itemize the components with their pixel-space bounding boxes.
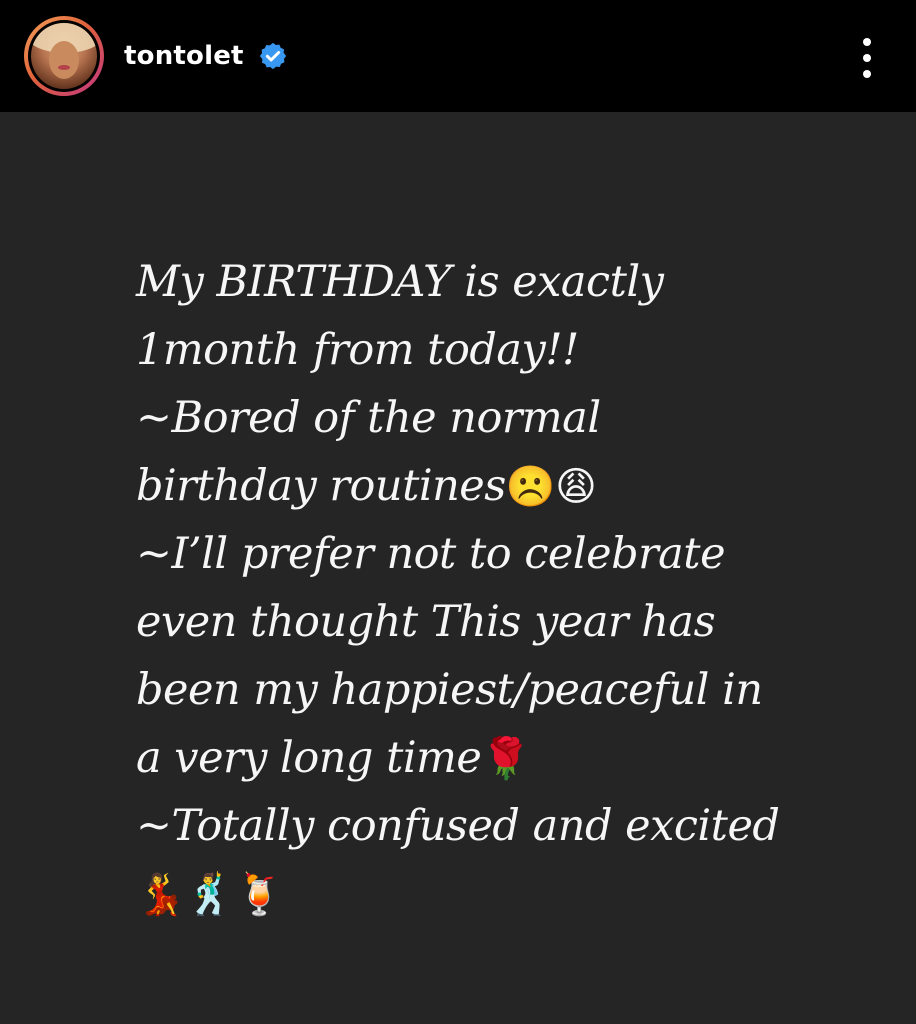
caption-line: 1month from today!! [136, 325, 579, 375]
avatar-border [28, 20, 100, 92]
username[interactable]: tontolet [124, 38, 244, 74]
caption-line: birthday routines☹️😩 [136, 461, 597, 511]
caption-line: My BIRTHDAY is exactly [136, 257, 664, 307]
menu-dot [863, 54, 871, 62]
story-canvas[interactable]: My BIRTHDAY is exactly 1month from today… [0, 112, 916, 1024]
profile-photo [31, 23, 97, 89]
avatar-face [49, 41, 79, 79]
avatar-lips [58, 65, 70, 70]
menu-dot [863, 38, 871, 46]
caption-line: ~Bored of the normal [136, 393, 601, 443]
caption-line: 💃🕺🍹 [136, 860, 896, 928]
caption-line: ~I’ll prefer not to celebrate [136, 529, 726, 579]
caption-line: a very long time🌹 [136, 733, 531, 783]
caption-line: ~Totally confused and excited [136, 801, 780, 851]
verified-badge-icon [259, 42, 287, 70]
menu-dot [863, 70, 871, 78]
more-options-icon[interactable] [850, 36, 884, 80]
rose-emoji: 🌹 [481, 736, 531, 782]
sad-faces-emoji: ☹️😩 [505, 464, 597, 510]
avatar[interactable] [24, 16, 104, 96]
story-header: tontolet [0, 0, 916, 112]
caption-line: been my happiest/peaceful in [136, 665, 763, 715]
story-caption: My BIRTHDAY is exactly 1month from today… [136, 248, 896, 928]
caption-line: even thought This year has [136, 597, 716, 647]
party-emojis: 💃🕺🍹 [136, 872, 284, 918]
